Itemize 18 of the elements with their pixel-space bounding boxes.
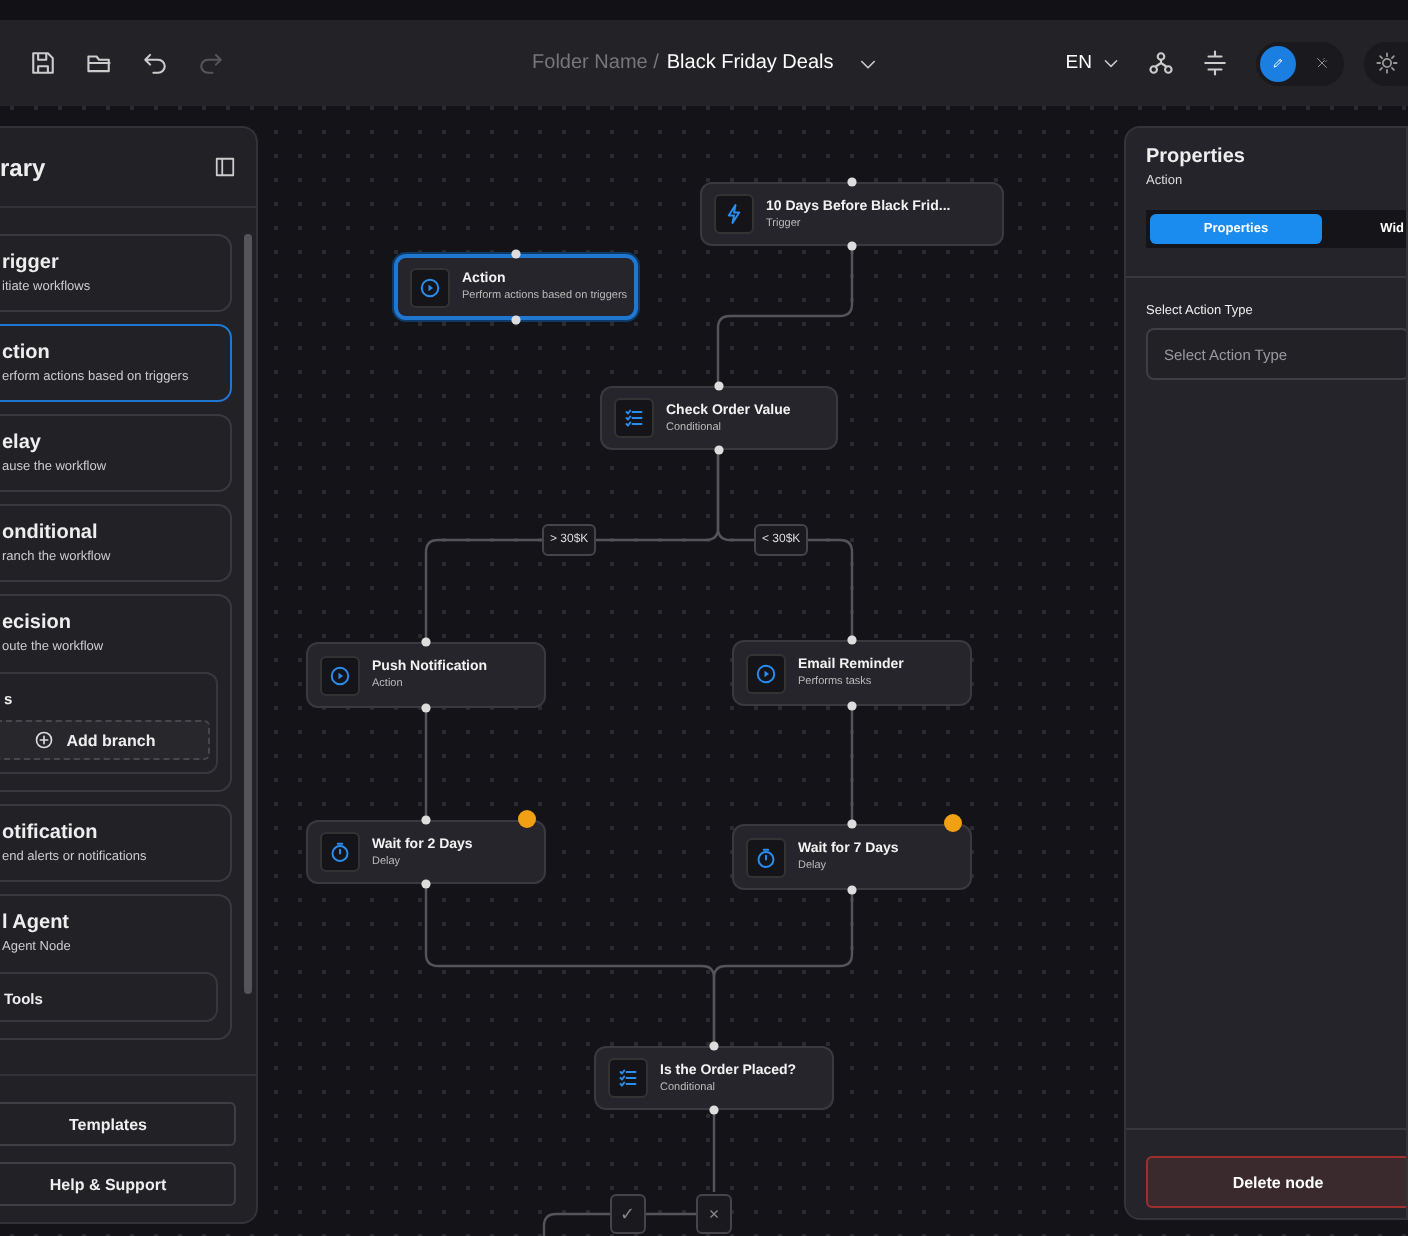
footer-button[interactable]: Templates	[0, 1102, 236, 1146]
folder-name[interactable]: Folder Name /	[532, 52, 659, 74]
panel-title: rary	[0, 153, 46, 181]
outcome-port[interactable]: ×	[696, 1194, 732, 1234]
card-title: rigger	[2, 252, 61, 274]
card-title: ction	[2, 342, 52, 364]
add-branch-button[interactable]: Add branch	[0, 720, 210, 760]
delete-button[interactable]: Delete node	[1146, 1156, 1406, 1208]
outcome-port[interactable]: ✓	[610, 1194, 646, 1234]
panel-title: Properties	[1146, 146, 1247, 168]
footer-button[interactable]: Help & Support	[0, 1162, 236, 1206]
document-title[interactable]: Black Friday Deals	[666, 52, 834, 74]
card-title: onditional	[2, 522, 100, 544]
language-selector[interactable]: EN	[1065, 52, 1092, 74]
card-title: otification	[2, 822, 100, 844]
card-title: elay	[2, 432, 43, 454]
card-title: ecision	[2, 612, 73, 634]
card-title: l Agent	[2, 912, 72, 934]
